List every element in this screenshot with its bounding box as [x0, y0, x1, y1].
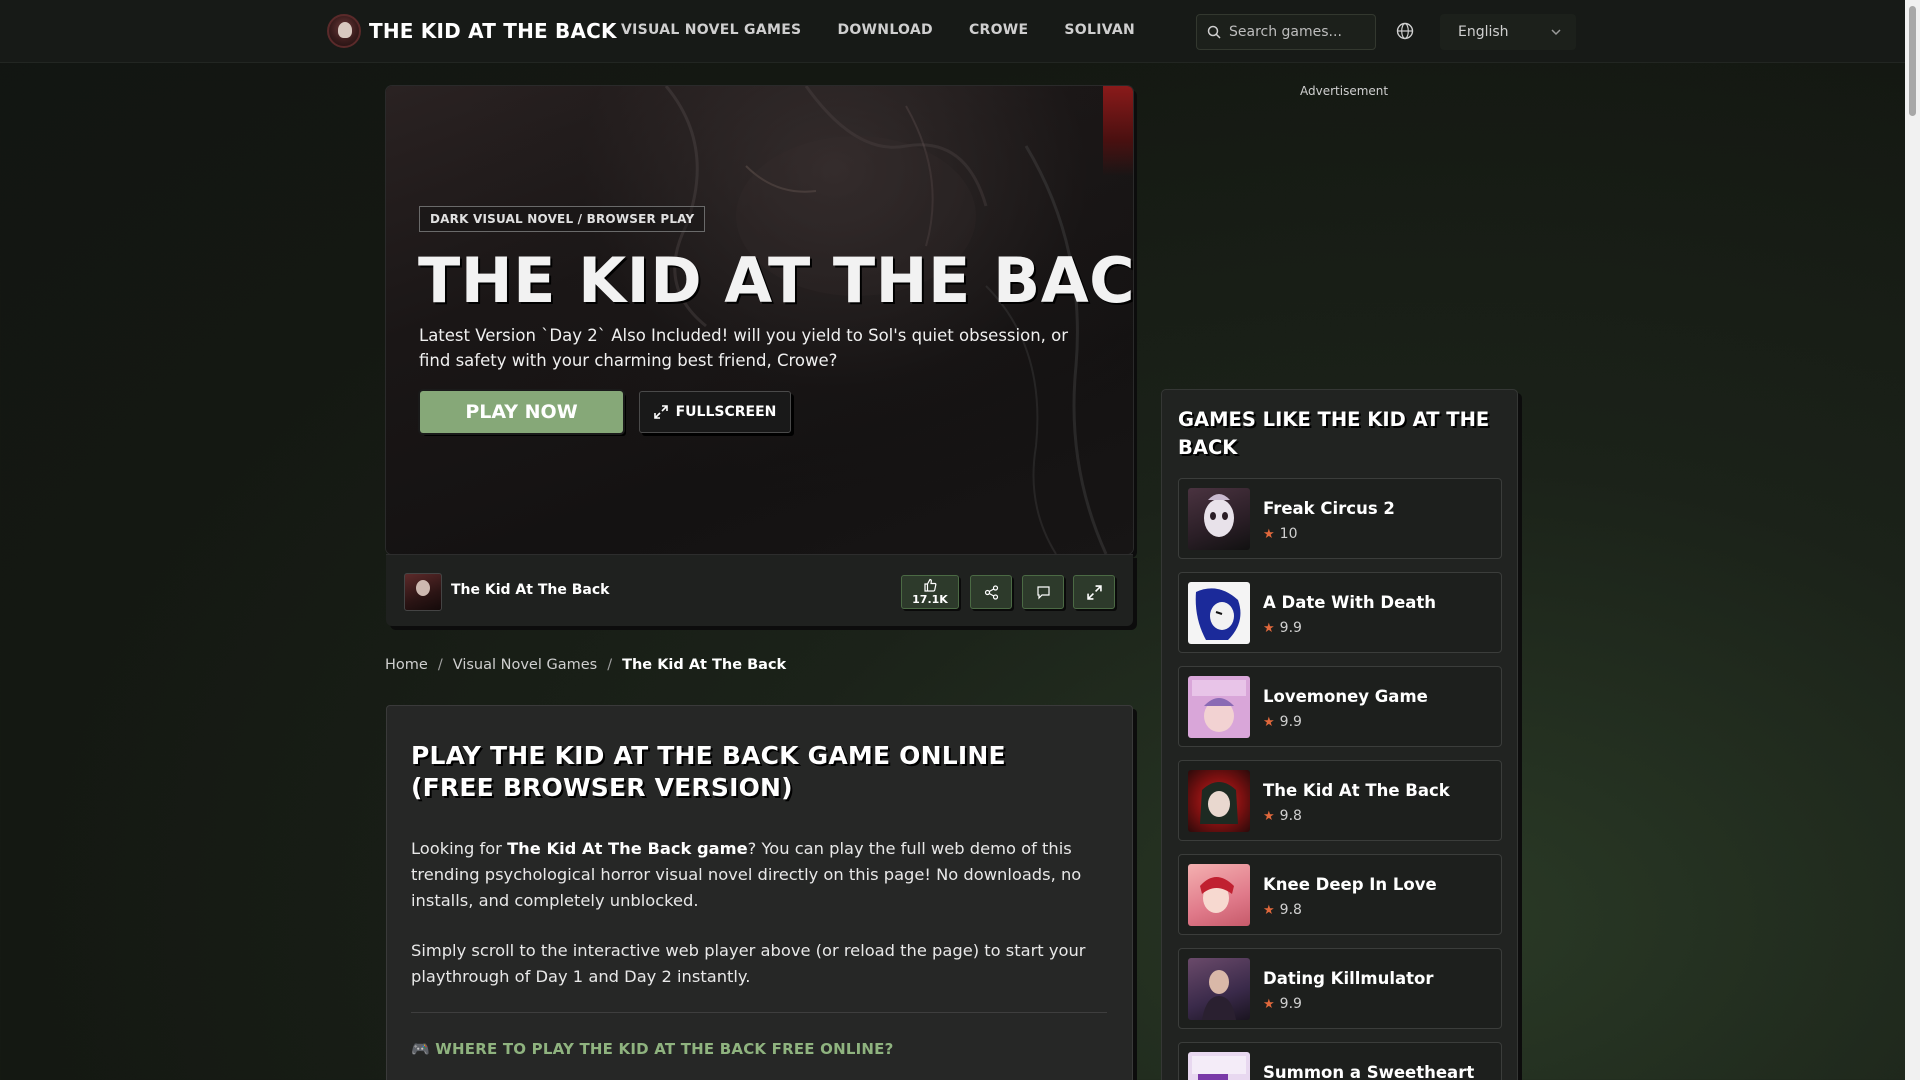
game-card-summon-a-sweetheart[interactable]: Summon a Sweetheart: [1178, 1042, 1502, 1080]
rating-value: 9.9: [1279, 714, 1302, 730]
breadcrumb-category[interactable]: Visual Novel Games: [453, 657, 597, 673]
search-input[interactable]: [1229, 24, 1369, 40]
star-icon: ★: [1263, 996, 1275, 1012]
game-card-freak-circus-2[interactable]: Freak Circus 2 ★ 10: [1178, 478, 1502, 559]
rating-value: 9.8: [1279, 902, 1302, 918]
game-title: Lovemoney Game: [1263, 687, 1428, 706]
game-thumbnail: [1188, 676, 1250, 738]
rating-value: 10: [1279, 526, 1298, 542]
comment-icon: [1036, 585, 1050, 599]
share-icon: [984, 584, 998, 600]
section-heading: 🎮 WHERE TO PLAY THE KID AT THE BACK FREE…: [411, 1040, 894, 1058]
star-icon: ★: [1263, 620, 1275, 636]
hero-banner: DARK VISUAL NOVEL / BROWSER PLAY THE KID…: [386, 86, 1133, 554]
game-card-dating-killmulator[interactable]: Dating Killmulator ★ 9.9: [1178, 948, 1502, 1029]
star-icon: ★: [1263, 526, 1275, 542]
game-rating: ★ 9.9: [1263, 996, 1302, 1012]
article-paragraph-2: Simply scroll to the interactive web pla…: [411, 941, 1086, 986]
hero-artwork: [664, 86, 1108, 554]
game-thumbnail: [1188, 582, 1250, 644]
game-thumbnail: [1188, 958, 1250, 1020]
fullscreen-icon: [1086, 584, 1102, 600]
page-scrollbar[interactable]: [1905, 0, 1920, 1080]
sidebar-title: GAMES LIKE THE KID AT THE BACK: [1178, 408, 1490, 459]
globe-icon[interactable]: [1395, 21, 1415, 41]
fullscreen-button[interactable]: FULLSCREEN: [639, 391, 791, 433]
nav-download[interactable]: DOWNLOAD: [837, 22, 933, 38]
player-game-name: The Kid At The Back: [451, 582, 610, 598]
main-nav: VISUAL NOVEL GAMES DOWNLOAD CROWE SOLIVA…: [621, 22, 1135, 38]
article-paragraph-1: Looking for The Kid At The Back game? Yo…: [411, 836, 1101, 914]
expand-icon: [653, 405, 668, 419]
game-rating: ★ 9.9: [1263, 714, 1302, 730]
player-fullscreen-button[interactable]: [1073, 575, 1115, 609]
game-thumbnail: [404, 573, 442, 611]
top-navbar: THE KID AT THE BACK VISUAL NOVEL GAMES D…: [0, 0, 1905, 63]
breadcrumb-home[interactable]: Home: [385, 657, 428, 673]
chevron-down-icon: [1551, 29, 1561, 36]
thumbs-up-icon: [924, 578, 937, 592]
game-card-lovemoney-game[interactable]: Lovemoney Game ★ 9.9: [1178, 666, 1502, 747]
hero-description: Latest Version `Day 2` Also Included! wi…: [419, 326, 1069, 370]
game-thumbnail: [1188, 864, 1250, 926]
game-rating: ★ 9.9: [1263, 620, 1302, 636]
like-count: 17.1K: [912, 593, 948, 606]
game-thumbnail: [1188, 770, 1250, 832]
breadcrumb: Home / Visual Novel Games / The Kid At T…: [385, 657, 786, 673]
game-title: A Date With Death: [1263, 593, 1437, 612]
like-button[interactable]: 17.1K: [901, 575, 959, 609]
brand-name: THE KID AT THE BACK: [369, 19, 617, 43]
breadcrumb-separator: /: [437, 657, 443, 673]
search-box[interactable]: [1196, 14, 1376, 50]
game-title: Freak Circus 2: [1263, 499, 1395, 518]
game-card-knee-deep-in-love[interactable]: Knee Deep In Love ★ 9.8: [1178, 854, 1502, 935]
nav-solivan[interactable]: SOLIVAN: [1064, 22, 1135, 38]
similar-games-sidebar: GAMES LIKE THE KID AT THE BACK Freak Cir…: [1161, 389, 1518, 1080]
article-card: PLAY THE KID AT THE BACK GAME ONLINE (FR…: [386, 705, 1133, 1080]
game-card-a-date-with-death[interactable]: A Date With Death ★ 9.9: [1178, 572, 1502, 653]
rating-value: 9.9: [1279, 620, 1302, 636]
hero-title: THE KID AT THE BACK: [418, 244, 1133, 317]
genre-tag: DARK VISUAL NOVEL / BROWSER PLAY: [419, 206, 706, 232]
language-label: English: [1458, 24, 1509, 40]
player-bar: The Kid At The Back 17.1K: [386, 554, 1133, 626]
rating-value: 9.8: [1279, 808, 1302, 824]
rating-value: 9.9: [1279, 996, 1302, 1012]
game-rating: ★ 10: [1263, 526, 1297, 542]
brand-link[interactable]: THE KID AT THE BACK: [327, 14, 617, 48]
breadcrumb-current: The Kid At The Back: [622, 657, 787, 673]
brand-logo-icon: [327, 14, 361, 48]
nav-crowe[interactable]: CROWE: [969, 22, 1028, 38]
game-rating: ★ 9.8: [1263, 902, 1302, 918]
star-icon: ★: [1263, 902, 1275, 918]
star-icon: ★: [1263, 808, 1275, 824]
language-select[interactable]: English: [1440, 14, 1576, 50]
advertisement-label: Advertisement: [1300, 84, 1389, 98]
divider: [411, 1012, 1107, 1013]
search-icon: [1207, 25, 1221, 39]
game-card-the-kid-at-the-back[interactable]: The Kid At The Back ★ 9.8: [1178, 760, 1502, 841]
p1-text-start: Looking for: [411, 839, 508, 858]
comment-button[interactable]: [1022, 575, 1064, 609]
game-title: Summon a Sweetheart: [1263, 1063, 1475, 1080]
game-title: The Kid At The Back: [1263, 781, 1450, 800]
game-thumbnail: [1188, 1052, 1250, 1080]
game-thumbnail: [1188, 488, 1250, 550]
article-title: PLAY THE KID AT THE BACK GAME ONLINE (FR…: [411, 741, 1006, 802]
play-now-button[interactable]: PLAY NOW: [420, 391, 623, 433]
share-button[interactable]: [970, 575, 1012, 609]
p1-bold-text: The Kid At The Back game: [507, 839, 748, 858]
star-icon: ★: [1263, 714, 1275, 730]
game-title: Knee Deep In Love: [1263, 875, 1437, 894]
game-title: Dating Killmulator: [1263, 969, 1434, 988]
game-rating: ★ 9.8: [1263, 808, 1302, 824]
nav-visual-novel-games[interactable]: VISUAL NOVEL GAMES: [621, 22, 801, 38]
fullscreen-label: FULLSCREEN: [675, 404, 777, 420]
breadcrumb-separator: /: [607, 657, 613, 673]
scrollbar-thumb[interactable]: [1909, 6, 1916, 116]
